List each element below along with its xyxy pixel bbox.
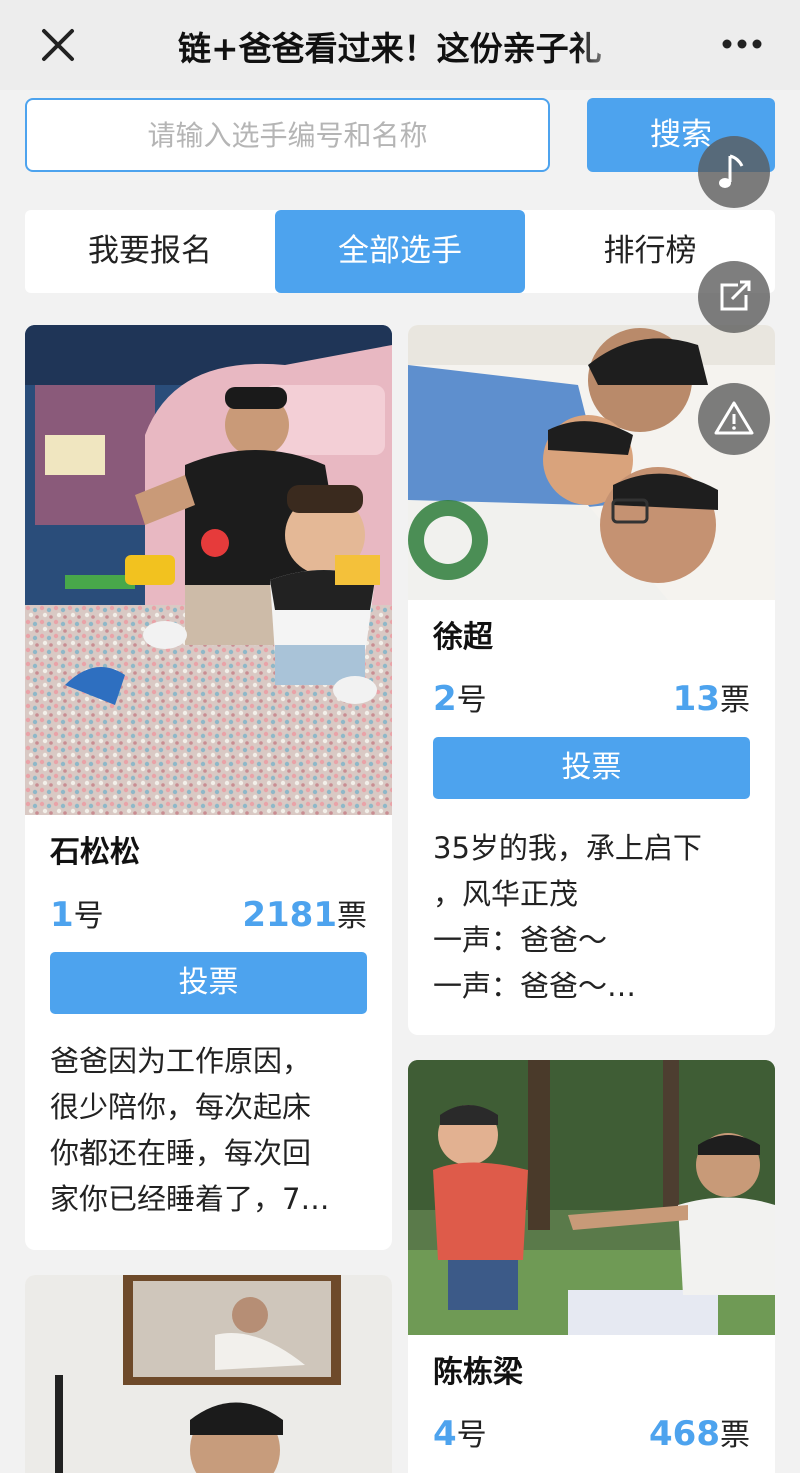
search-input[interactable]	[25, 98, 550, 172]
share-icon[interactable]	[698, 261, 770, 333]
vote-count: 468票	[649, 1414, 750, 1454]
contestant-name: 徐超	[433, 620, 493, 655]
close-icon[interactable]	[30, 17, 86, 73]
more-icon[interactable]	[712, 24, 772, 64]
contestant-photo	[25, 325, 392, 815]
contestant-photo	[408, 1060, 775, 1335]
contestant-number: 4号	[433, 1414, 487, 1454]
top-bar: 链+爸爸看过来！这份亲子礼	[0, 0, 800, 90]
vote-count: 2181票	[242, 895, 367, 935]
page-title: 链+爸爸看过来！这份亲子礼	[178, 29, 602, 68]
contestant-number: 2号	[433, 679, 487, 719]
tab-all-contestants[interactable]: 全部选手	[275, 210, 525, 293]
contestant-card[interactable]: 石松松 1号 2181票 投票 爸爸因为工作原因， 很少陪你，每次起床 你都还在…	[25, 325, 392, 1250]
contestant-description: 爸爸因为工作原因， 很少陪你，每次起床 你都还在睡，每次回 家你已经睡着了，7…	[50, 1044, 330, 1216]
contestant-description: 35岁的我，承上启下 ，风华正茂 一声：爸爸～ 一声：爸爸～…	[433, 831, 702, 1003]
tab-bar: 我要报名 全部选手 排行榜	[25, 210, 775, 293]
contestant-name: 石松松	[50, 835, 140, 870]
vote-button[interactable]: 投票	[433, 737, 750, 799]
vote-count: 13票	[672, 679, 750, 719]
music-note-icon[interactable]	[698, 136, 770, 208]
contestant-photo	[408, 325, 775, 600]
contestant-card[interactable]	[25, 1275, 392, 1473]
warning-icon[interactable]	[698, 383, 770, 455]
contestant-card[interactable]: 陈栋梁 4号 468票	[408, 1060, 775, 1473]
contestant-number: 1号	[50, 895, 104, 935]
vote-button[interactable]: 投票	[50, 952, 367, 1014]
contestant-photo	[25, 1275, 392, 1473]
contestant-name: 陈栋梁	[433, 1355, 523, 1390]
tab-register[interactable]: 我要报名	[25, 210, 275, 293]
